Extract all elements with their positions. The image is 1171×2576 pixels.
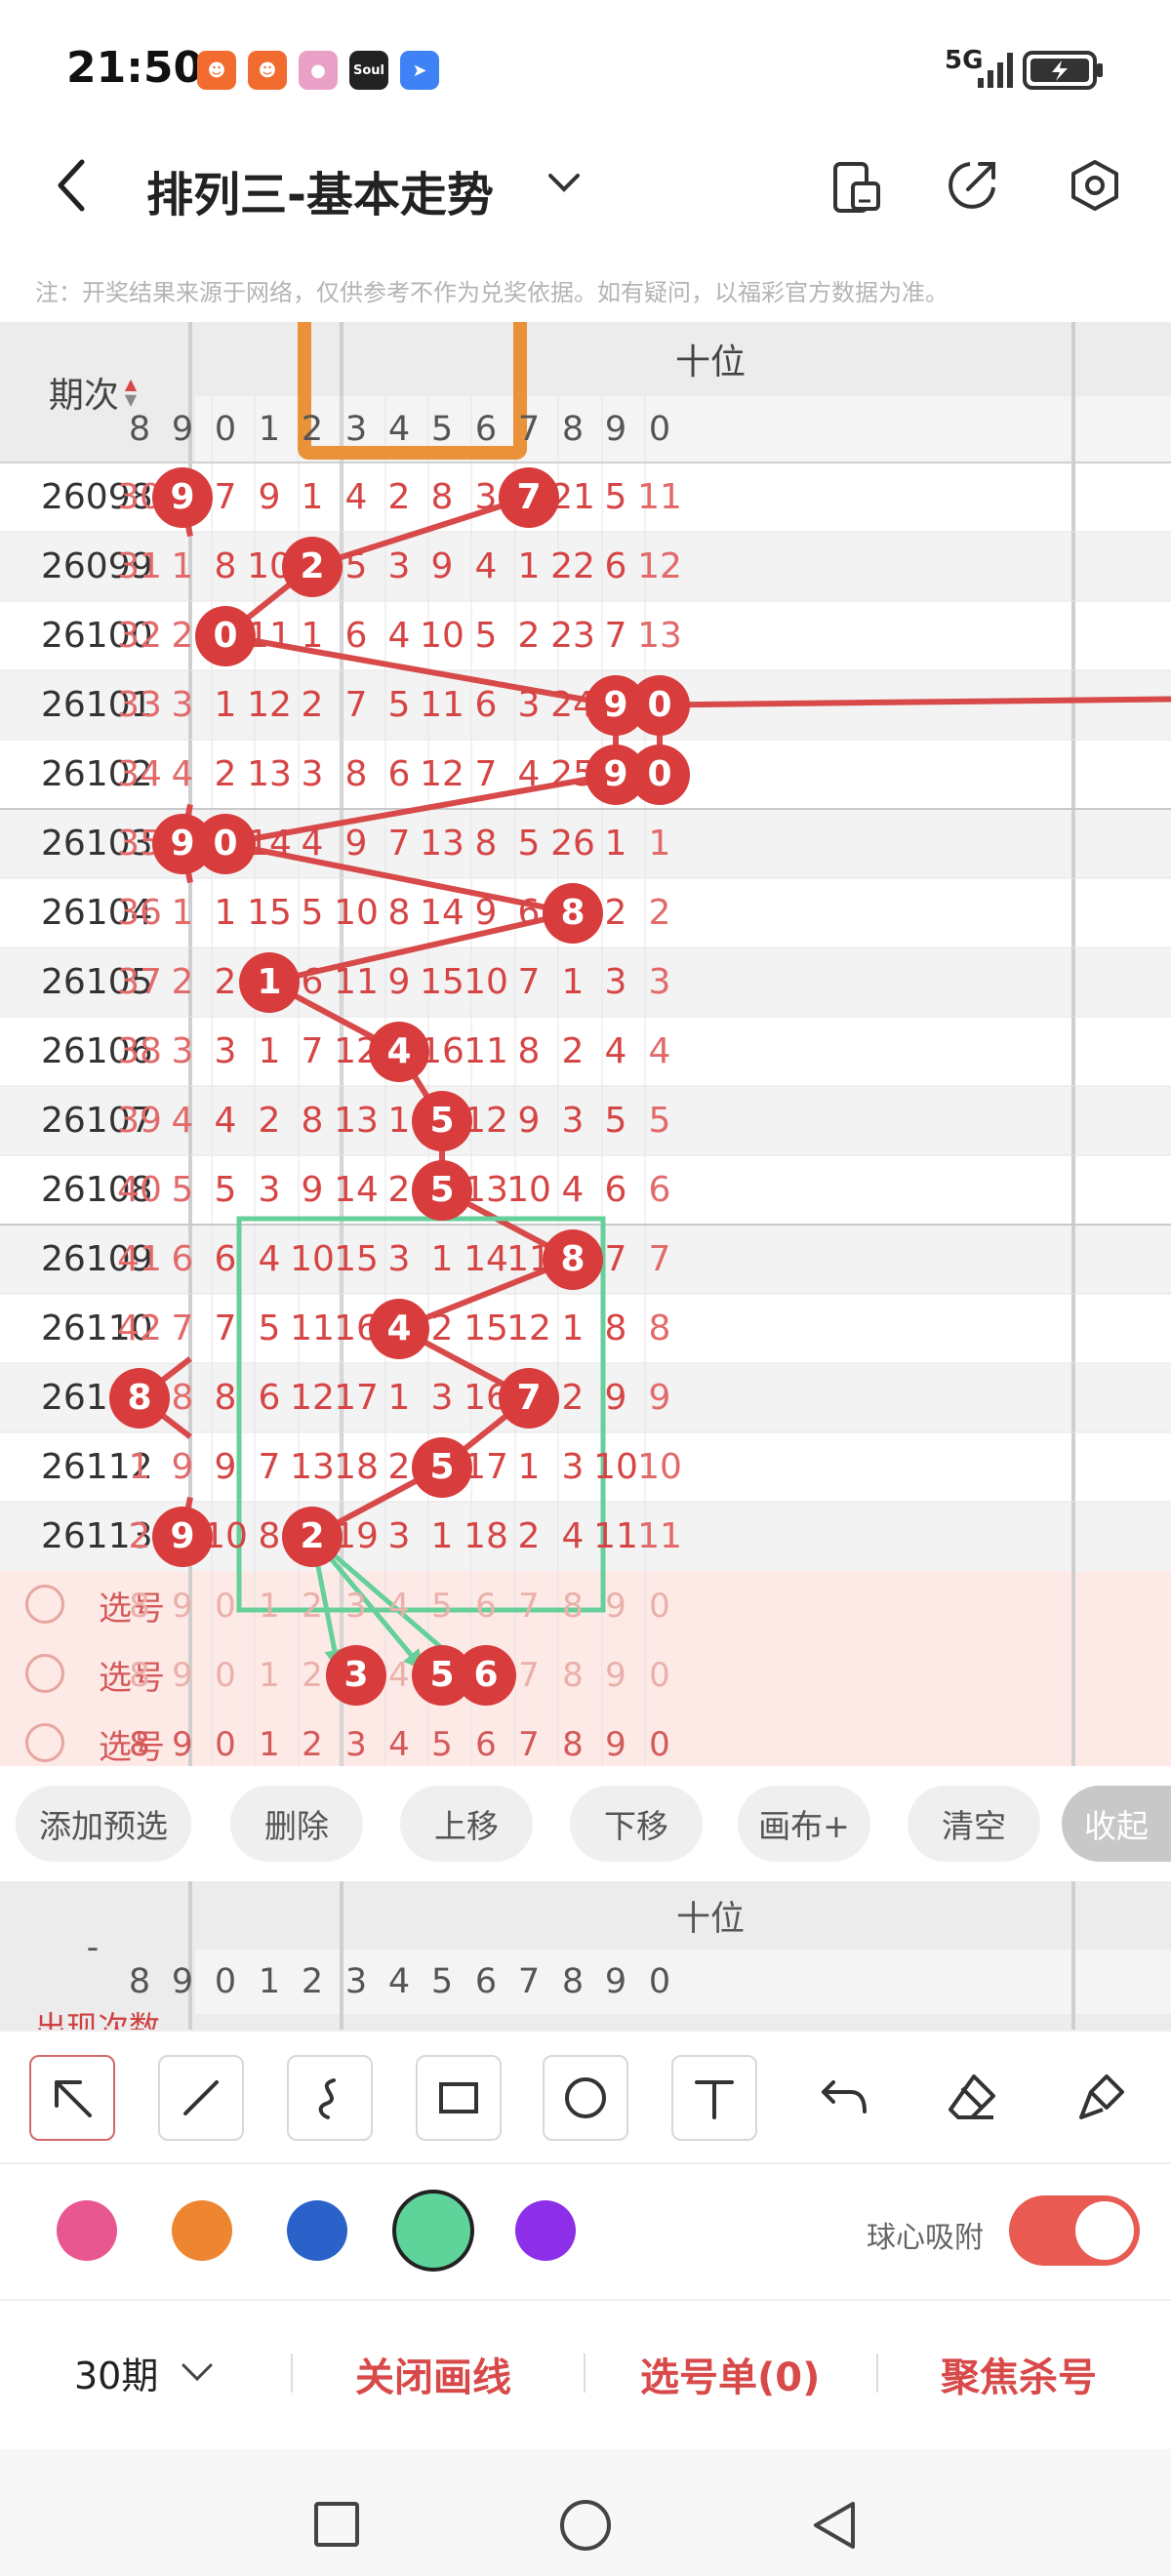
period-select[interactable]: 30期	[74, 2346, 158, 2399]
app-icon-1: ☻	[197, 51, 236, 90]
signal-icon	[978, 53, 1013, 88]
share-icon[interactable]	[945, 158, 999, 213]
column-header: 0	[648, 410, 671, 449]
table-cell: 11	[637, 1516, 682, 1556]
curve-tool-icon[interactable]	[287, 2055, 373, 2141]
chevron-down-icon[interactable]	[180, 2359, 215, 2385]
pick-radio[interactable]	[25, 1585, 64, 1624]
table-cell: 10	[637, 1447, 682, 1487]
table-cell: 12	[637, 546, 682, 586]
hit-ball[interactable]: 2	[282, 536, 343, 597]
pick-cell[interactable]: 0	[624, 1571, 696, 1640]
pick-cell[interactable]: 0	[624, 1640, 696, 1710]
app-icon-5: ➤	[400, 51, 439, 90]
trend-grid[interactable]: 期次 ▲ ▼ 十位 8 9 0 1 2 3 4 5 6 7 8 9 0 26098 30 7 9 1 4 2 8 3 21 5 11 26…	[0, 322, 1171, 1766]
table-cell: 3	[648, 962, 671, 1002]
table-cell: 11	[637, 477, 682, 517]
line-tool-icon[interactable]	[158, 2055, 244, 2141]
stats-grid: - 十位 8 9 0 1 2 3 4 5 6 7 8 9 0 出现次数	[0, 1881, 1171, 2030]
color-swatch[interactable]	[392, 2190, 474, 2272]
table-cell: 9	[648, 1378, 671, 1418]
status-bar: 21:50 ☻ ☻ ● Soul ➤ 5G	[0, 0, 1171, 137]
hit-ball[interactable]: 0	[195, 813, 256, 874]
undo-icon[interactable]	[800, 2055, 886, 2141]
clear-button[interactable]: 清空	[908, 1786, 1040, 1862]
status-time: 21:50	[66, 43, 204, 93]
hit-ball[interactable]: 0	[629, 744, 690, 805]
stats-group-header: 十位	[675, 1899, 745, 1939]
arrow-tool-icon[interactable]	[29, 2055, 115, 2141]
pick-radio[interactable]	[25, 1654, 64, 1693]
hit-ball[interactable]: 8	[109, 1367, 170, 1429]
chevron-down-icon[interactable]	[546, 168, 582, 197]
hit-ball[interactable]: 2	[282, 1506, 343, 1567]
back-icon[interactable]	[51, 156, 90, 215]
delete-button[interactable]: 删除	[230, 1786, 363, 1862]
divider	[291, 2354, 293, 2393]
hit-ball[interactable]: 7	[499, 1367, 559, 1429]
table-cell: 6	[648, 1170, 671, 1210]
canvas-plus-button[interactable]: 画布+	[738, 1786, 870, 1862]
table-cell: 7	[648, 1239, 671, 1279]
divider	[876, 2354, 878, 2393]
snap-label: 球心吸附	[867, 2221, 984, 2255]
page-title[interactable]: 排列三-基本走势	[146, 156, 494, 224]
back-nav-icon[interactable]	[808, 2498, 859, 2553]
hit-ball[interactable]: 7	[499, 466, 559, 528]
toggle-knob	[1075, 2201, 1134, 2260]
phone-icon[interactable]	[831, 160, 882, 215]
hit-ball[interactable]: 5	[412, 1090, 472, 1151]
snap-toggle[interactable]	[1009, 2195, 1140, 2266]
table-cell: 2	[648, 893, 671, 933]
table-cell: 13	[637, 616, 682, 656]
hit-ball[interactable]: 0	[195, 605, 256, 666]
move-up-button[interactable]: 上移	[400, 1786, 533, 1862]
color-swatch[interactable]	[57, 2200, 117, 2261]
rectangle-tool-icon[interactable]	[416, 2055, 502, 2141]
circle-tool-icon[interactable]	[543, 2055, 628, 2141]
color-swatch[interactable]	[515, 2200, 576, 2261]
table-cell: 5	[648, 1101, 671, 1141]
hit-ball[interactable]: 0	[629, 674, 690, 736]
color-swatch[interactable]	[172, 2200, 232, 2261]
focus-kill-button[interactable]: 聚焦杀号	[941, 2346, 1097, 2402]
text-tool-icon[interactable]	[671, 2055, 757, 2141]
pick-radio[interactable]	[25, 1723, 64, 1762]
divider	[584, 2354, 586, 2393]
hit-ball[interactable]: 8	[543, 1228, 603, 1290]
hit-ball[interactable]: 4	[369, 1021, 429, 1082]
hit-ball[interactable]: 5	[412, 1436, 472, 1498]
battery-charging-icon	[1023, 51, 1103, 90]
move-down-button[interactable]: 下移	[570, 1786, 703, 1862]
pick-cell[interactable]: 0	[624, 1710, 696, 1766]
hit-ball[interactable]: 9	[152, 466, 213, 528]
eraser-icon[interactable]	[929, 2055, 1015, 2141]
hit-ball[interactable]: 5	[412, 1159, 472, 1221]
hit-ball[interactable]: 1	[239, 951, 300, 1013]
stats-row-label: 出现次数	[34, 2009, 160, 2030]
system-nav-bar	[0, 2449, 1171, 2576]
recent-apps-icon[interactable]	[312, 2500, 361, 2549]
table-cell: 1	[648, 824, 671, 864]
close-lines-button[interactable]: 关闭画线	[355, 2346, 511, 2402]
soul-app-icon: Soul	[349, 51, 388, 90]
add-preselect-button[interactable]: 添加预选	[16, 1786, 191, 1862]
pick-list-button[interactable]: 选号单(0)	[640, 2346, 820, 2402]
color-swatch[interactable]	[287, 2200, 347, 2261]
stats-column-header: 0	[648, 1962, 671, 2001]
group-header-tens: 十位	[674, 342, 746, 382]
disclaimer-notice: 注：开奖结果来源于网络，仅供参考不作为兑奖依据。如有疑问，以福彩官方数据为准。	[35, 279, 949, 306]
app-icon-2: ☻	[248, 51, 287, 90]
app-icon-3: ●	[299, 51, 338, 90]
brush-icon[interactable]	[1058, 2055, 1144, 2141]
home-icon[interactable]	[558, 2498, 613, 2553]
hit-ball[interactable]: 9	[152, 1506, 213, 1567]
table-cell: 4	[648, 1031, 671, 1071]
hit-ball[interactable]: 8	[543, 882, 603, 944]
collapse-button[interactable]: 收起	[1062, 1786, 1171, 1862]
settings-icon[interactable]	[1068, 158, 1122, 213]
table-cell: 8	[648, 1308, 671, 1348]
hit-ball[interactable]: 4	[369, 1298, 429, 1359]
